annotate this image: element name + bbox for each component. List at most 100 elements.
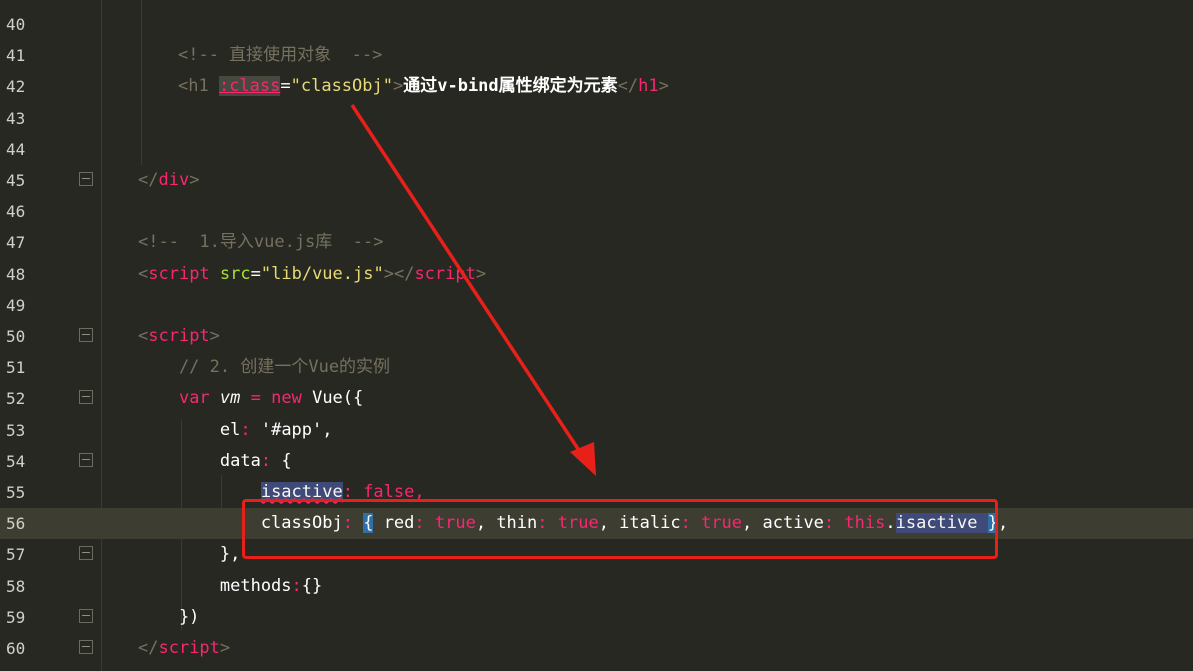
code-line[interactable]: 48 <script src="lib/vue.js"></script>: [0, 259, 1193, 290]
code-token: data: [138, 450, 261, 471]
code-token: methods: [138, 575, 292, 596]
code-token: src: [219, 263, 251, 284]
code-token: "lib/vue.js": [260, 263, 384, 284]
code-line[interactable]: 45 </div>: [0, 165, 1193, 196]
line-number: 55: [6, 483, 26, 502]
line-number: 47: [6, 233, 26, 253]
code-line[interactable]: 53 el: '#app',: [0, 415, 1193, 446]
code-token: script: [148, 263, 210, 284]
code-text[interactable]: <script>: [138, 321, 220, 352]
line-number: 56: [6, 514, 26, 534]
code-text[interactable]: <script src="lib/vue.js"></script>: [138, 259, 486, 290]
line-number: 58: [6, 576, 26, 596]
code-line[interactable]: 58 methods:{}: [0, 571, 1193, 602]
line-number: 52: [6, 389, 26, 409]
line-number: 59: [6, 607, 26, 627]
code-token: new: [271, 388, 302, 409]
code-line[interactable]: 40: [0, 9, 1193, 40]
code-token: :class: [218, 76, 281, 97]
code-text[interactable]: methods:{}: [138, 571, 322, 602]
code-token: "classObj": [290, 76, 393, 97]
fold-collapse-icon[interactable]: [79, 328, 93, 342]
line-number: 48: [6, 264, 26, 284]
line-number: 42: [6, 77, 26, 97]
line-number: 41: [6, 46, 26, 66]
code-token: </: [617, 76, 639, 97]
code-token: ></: [383, 263, 415, 284]
code-text[interactable]: data: {: [138, 446, 292, 477]
line-number: 40: [6, 15, 26, 34]
fold-collapse-icon[interactable]: [79, 546, 93, 560]
fold-collapse-icon[interactable]: [79, 640, 93, 654]
code-line[interactable]: 60 </script>: [0, 633, 1193, 664]
code-token: ,: [997, 513, 1009, 534]
line-number: 60: [6, 639, 26, 658]
code-line[interactable]: 50 <script>: [0, 321, 1193, 352]
code-text[interactable]: <h1 :class="classObj">通过v-bind属性绑定为元素</h…: [178, 71, 669, 102]
code-token: script: [148, 326, 210, 346]
code-text[interactable]: </div>: [138, 165, 199, 196]
code-line[interactable]: 49: [0, 290, 1193, 321]
fold-collapse-icon[interactable]: [79, 172, 93, 186]
code-line[interactable]: 51 // 2. 创建一个Vue的实例: [0, 352, 1193, 383]
line-number: 49: [6, 295, 26, 315]
code-token: <!-- 1.导入vue.js库 -->: [138, 232, 384, 253]
code-token: :: [240, 419, 251, 440]
code-line[interactable]: 47 <!-- 1.导入vue.js库 -->: [0, 227, 1193, 258]
fold-collapse-icon[interactable]: [79, 609, 93, 623]
code-text[interactable]: <!-- 直接使用对象 -->: [178, 40, 382, 71]
code-token: =: [280, 76, 291, 97]
code-line[interactable]: 43: [0, 103, 1193, 134]
code-token: :: [260, 450, 272, 471]
code-token: <!-- 直接使用对象 -->: [178, 45, 383, 66]
code-text[interactable]: // 2. 创建一个Vue的实例: [138, 352, 390, 383]
code-token: 通过v-bind属性绑定为元素: [403, 76, 618, 97]
fold-collapse-icon[interactable]: [79, 390, 93, 404]
code-token: // 2. 创建一个Vue的实例: [138, 357, 391, 378]
line-number: 54: [6, 451, 26, 471]
code-token: script: [158, 638, 220, 658]
code-text[interactable]: el: '#app',: [138, 415, 333, 446]
code-token: vm: [219, 388, 241, 409]
code-token: >: [219, 638, 231, 658]
line-number: 53: [6, 420, 26, 440]
code-text[interactable]: var vm = new Vue({: [138, 383, 363, 414]
code-token: script: [414, 263, 476, 284]
code-token: {}: [301, 575, 323, 596]
code-token: >: [392, 76, 404, 97]
code-token: =: [240, 388, 272, 409]
code-line[interactable]: 52 var vm = new Vue({: [0, 383, 1193, 414]
code-line[interactable]: 44: [0, 134, 1193, 165]
code-token: =: [250, 263, 261, 284]
line-number: 44: [6, 139, 26, 159]
line-number: 45: [6, 171, 26, 190]
code-token: >: [475, 263, 487, 284]
code-token: },: [138, 544, 241, 565]
code-token: </: [138, 170, 159, 190]
code-token: '#app',: [250, 419, 333, 440]
code-line[interactable]: 42 <h1 :class="classObj">通过v-bind属性绑定为元素<…: [0, 71, 1193, 102]
code-line[interactable]: 59 }): [0, 602, 1193, 633]
code-token: Vue({: [301, 388, 364, 409]
code-text[interactable]: </script>: [138, 633, 230, 664]
line-number: 57: [6, 545, 26, 565]
code-token: h1: [638, 76, 659, 97]
code-text[interactable]: <!-- 1.导入vue.js库 -->: [138, 227, 383, 258]
code-token: >: [209, 326, 220, 346]
line-number: 46: [6, 202, 26, 222]
code-line[interactable]: 54 data: {: [0, 446, 1193, 477]
code-line[interactable]: 41 <!-- 直接使用对象 -->: [0, 40, 1193, 71]
code-token: }): [138, 606, 200, 627]
fold-collapse-icon[interactable]: [79, 453, 93, 467]
code-text[interactable]: }): [138, 602, 199, 633]
code-token: <h1: [178, 76, 219, 97]
line-number: 50: [6, 327, 26, 346]
code-text[interactable]: },: [138, 539, 240, 570]
code-token: var: [178, 388, 210, 409]
code-line[interactable]: 46: [0, 196, 1193, 227]
code-token: div: [158, 170, 190, 190]
code-token: <: [138, 326, 149, 346]
